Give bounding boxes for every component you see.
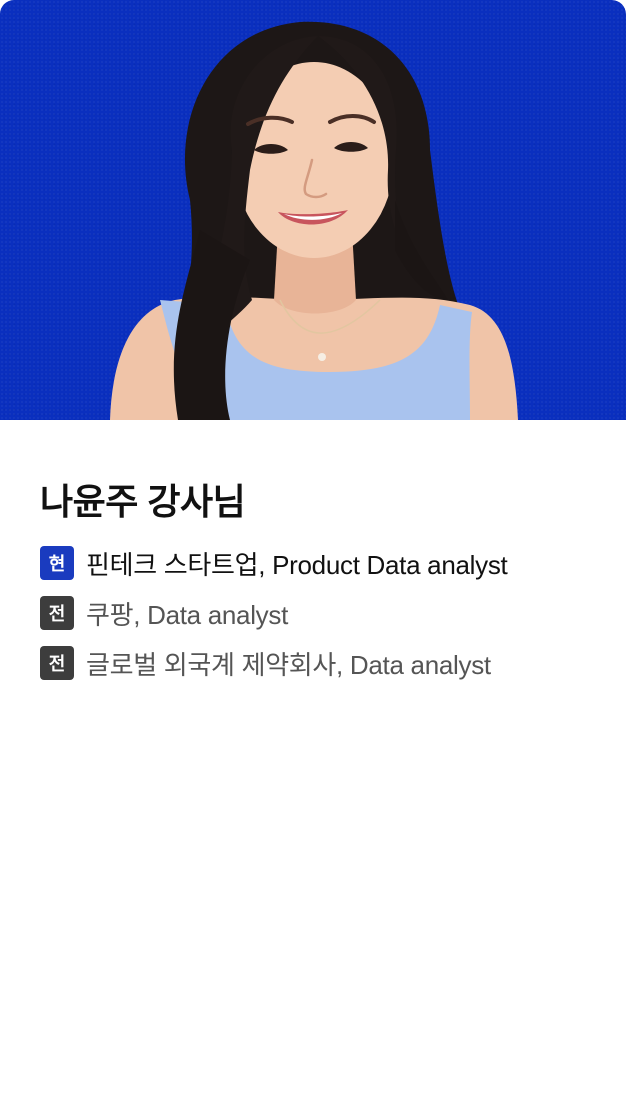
instructor-photo-banner (0, 0, 626, 420)
career-item-former: 전 글로벌 외국계 제약회사, Data analyst (40, 645, 586, 681)
career-list: 현 핀테크 스타트업, Product Data analyst 전 쿠팡, D… (40, 545, 586, 681)
career-item-former: 전 쿠팡, Data analyst (40, 595, 586, 631)
instructor-info: 나윤주 강사님 현 핀테크 스타트업, Product Data analyst… (0, 420, 626, 681)
career-text: 글로벌 외국계 제약회사, Data analyst (86, 649, 491, 680)
current-badge: 현 (40, 546, 74, 581)
career-text: 핀테크 스타트업, Product Data analyst (86, 549, 508, 580)
career-item-current: 현 핀테크 스타트업, Product Data analyst (40, 545, 586, 581)
former-badge: 전 (40, 596, 74, 631)
former-badge: 전 (40, 646, 74, 681)
instructor-portrait (110, 21, 518, 420)
instructor-name: 나윤주 강사님 (40, 481, 246, 522)
career-text: 쿠팡, Data analyst (86, 599, 289, 630)
instructor-card: 나윤주 강사님 현 핀테크 스타트업, Product Data analyst… (0, 0, 626, 1100)
